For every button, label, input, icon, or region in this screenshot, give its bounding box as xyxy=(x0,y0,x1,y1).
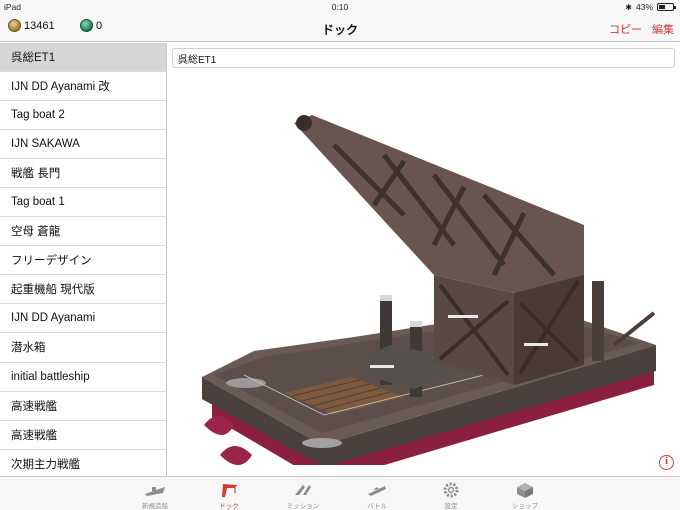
ship-icon xyxy=(145,487,165,496)
battle-icon xyxy=(368,486,386,496)
list-item[interactable]: 呉総ET1 xyxy=(0,43,166,73)
bluetooth-icon: ✱ xyxy=(625,2,632,12)
ship-list[interactable]: 呉総ET1 IJN DD Ayanami 改 Tag boat 2 IJN SA… xyxy=(0,43,167,476)
list-item[interactable]: 戦艦 長門 xyxy=(0,159,166,189)
mast xyxy=(592,281,604,361)
mission-icon xyxy=(295,485,311,495)
status-right: ✱ 43% xyxy=(625,2,676,12)
info-icon[interactable]: i xyxy=(659,455,674,470)
tab-shop[interactable]: ショップ xyxy=(488,477,562,510)
clock: 0:10 xyxy=(331,2,349,12)
list-item[interactable]: 潜水箱 xyxy=(0,333,166,363)
list-item[interactable]: 起重機船 現代版 xyxy=(0,275,166,305)
list-item[interactable]: Tag boat 1 xyxy=(0,188,166,218)
list-item[interactable]: 高速戦艦 xyxy=(0,392,166,421)
copy-button[interactable]: コピー xyxy=(609,21,642,37)
battery-icon xyxy=(657,3,676,11)
crane-jib xyxy=(294,115,584,293)
crane-icon xyxy=(222,484,237,497)
tab-new-ship[interactable]: 新規造船 xyxy=(118,477,192,510)
list-item[interactable]: 高速戦艦 xyxy=(0,421,166,450)
funnel-band xyxy=(380,295,392,301)
tab-bar: 新規造船 ドック ミッション バトル 設定 ショップ xyxy=(0,476,680,510)
list-item[interactable]: 空母 蒼龍 xyxy=(0,217,166,247)
list-item[interactable]: initial battleship xyxy=(0,363,166,392)
page-title: ドック xyxy=(321,23,358,37)
shop-icon xyxy=(517,483,533,498)
small-boat xyxy=(302,438,342,448)
ship-name-field[interactable] xyxy=(172,48,675,68)
list-item[interactable]: フリーデザイン xyxy=(0,246,166,276)
ship-detail: i xyxy=(168,43,680,476)
status-bar: iPad 0:10 ✱ 43% xyxy=(0,0,680,14)
crane-sheave xyxy=(296,115,312,131)
list-item[interactable]: IJN SAKAWA xyxy=(0,130,166,160)
tab-dock[interactable]: ドック xyxy=(192,477,266,510)
battery-percent: 43% xyxy=(635,2,653,12)
tab-settings[interactable]: 設定 xyxy=(414,477,488,510)
edit-button[interactable]: 編集 xyxy=(652,21,674,37)
tab-battle[interactable]: バトル xyxy=(340,477,414,510)
tab-mission[interactable]: ミッション xyxy=(266,477,340,510)
list-item[interactable]: 次期主力戦艦 xyxy=(0,450,166,476)
ship-3d-view[interactable] xyxy=(184,75,664,465)
list-item[interactable]: IJN DD Ayanami 改 xyxy=(0,72,166,102)
navigation-bar: 13461 0 ドック コピー 編集 xyxy=(0,14,680,42)
list-item[interactable]: IJN DD Ayanami xyxy=(0,304,166,334)
gear-icon xyxy=(443,482,459,498)
list-item[interactable]: Tag boat 2 xyxy=(0,101,166,131)
funnel-band xyxy=(410,321,422,327)
rudder xyxy=(220,446,252,465)
